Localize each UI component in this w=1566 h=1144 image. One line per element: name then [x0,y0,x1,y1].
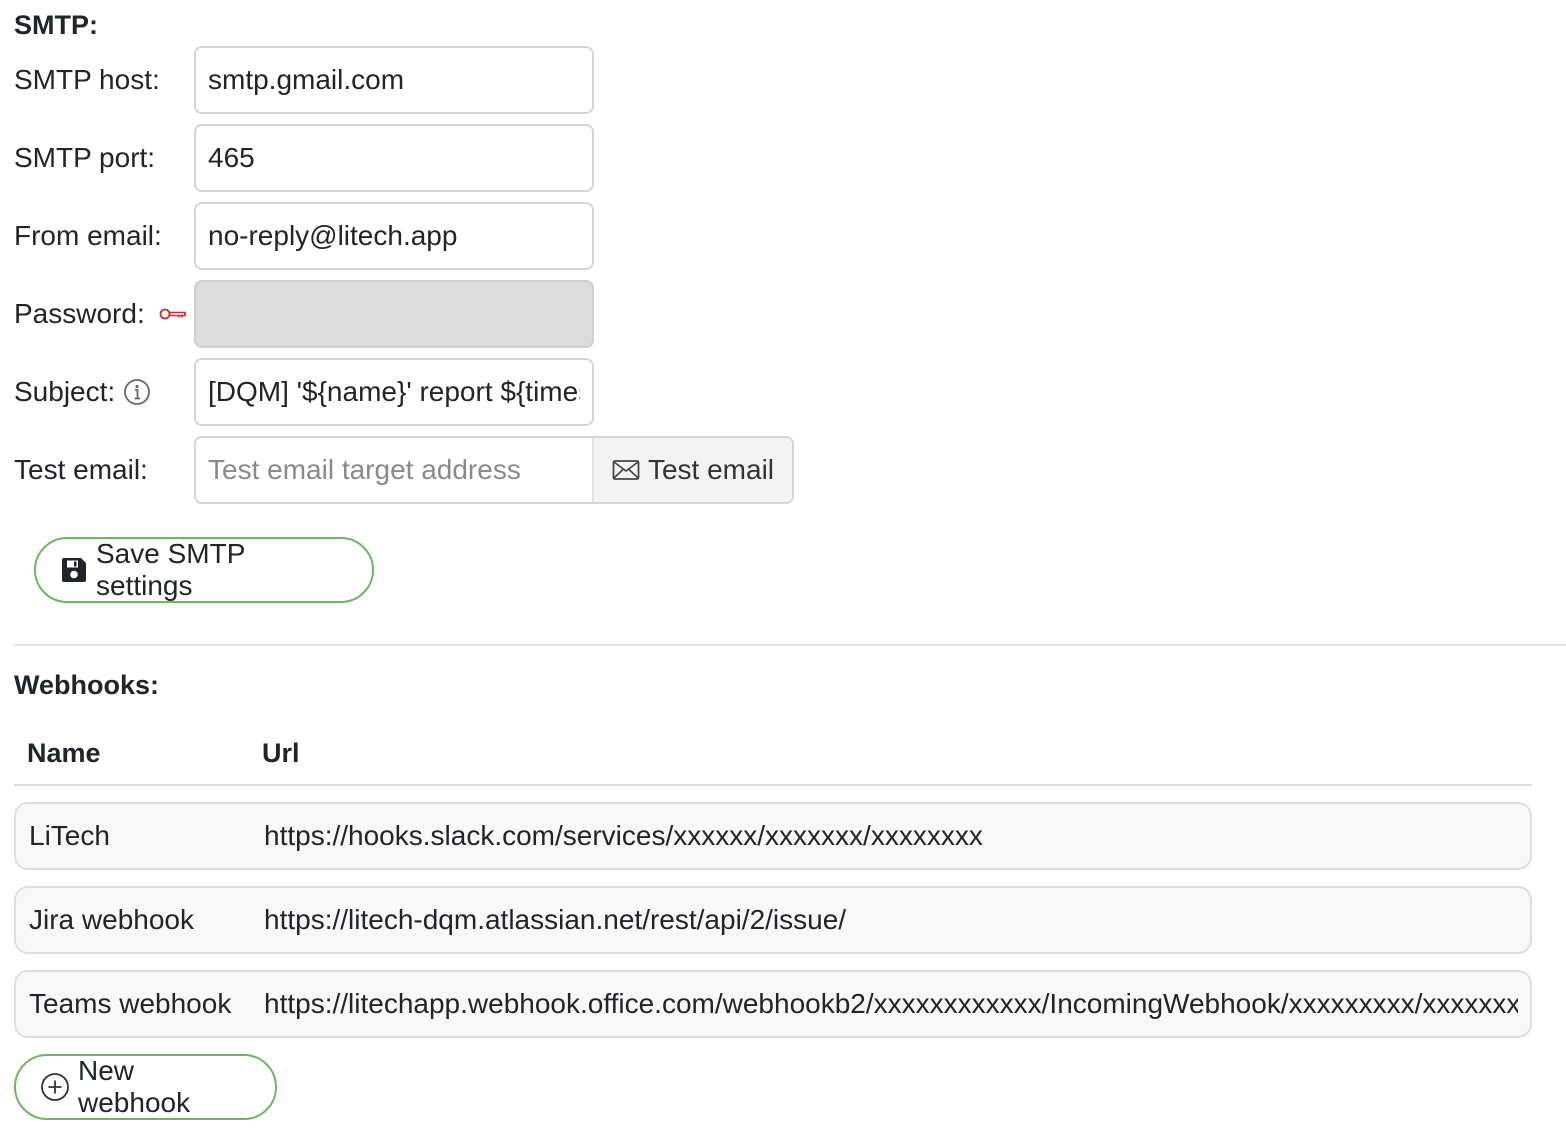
subject-label-text: Subject: [14,376,116,407]
password-label-text: Password: [14,298,145,329]
smtp-host-label: SMTP host: [14,47,160,113]
envelope-icon [612,459,640,481]
smtp-host-label-text: SMTP host: [14,64,160,95]
test-email-label: Test email: [14,437,148,503]
webhooks-section-title: Webhooks: [14,670,160,700]
from-email-label-text: From email: [14,220,162,251]
test-email-input[interactable] [196,438,592,502]
webhook-name: Jira webhook [29,904,194,935]
section-divider [14,644,1566,646]
plus-circle-icon [40,1072,70,1102]
subject-input[interactable] [194,358,594,426]
smtp-section-title: SMTP: [14,10,98,40]
column-header-url: Url [262,738,300,768]
column-header-name: Name [27,738,101,768]
info-icon[interactable] [123,378,151,406]
smtp-port-label: SMTP port: [14,125,155,191]
smtp-host-input[interactable] [194,46,594,114]
floppy-disk-icon [60,556,88,584]
subject-label: Subject: [14,359,151,425]
webhook-url: https://hooks.slack.com/services/xxxxxx/… [264,820,983,851]
webhook-url: https://litech-dqm.atlassian.net/rest/ap… [264,904,847,935]
smtp-port-label-text: SMTP port: [14,142,156,173]
new-webhook-button[interactable]: New webhook [14,1054,277,1120]
webhook-row[interactable]: Jira webhook https://litech-dqm.atlassia… [14,886,1532,954]
save-smtp-button[interactable]: Save SMTP settings [34,537,374,603]
test-email-label-text: Test email: [14,454,148,485]
password-label: Password: [14,281,187,347]
from-email-input[interactable] [194,202,594,270]
test-email-input-group: Test email [194,436,794,504]
new-webhook-button-label: New webhook [78,1055,191,1118]
webhook-name: LiTech [29,820,110,851]
save-smtp-button-label: Save SMTP settings [96,538,245,601]
key-icon [159,305,187,323]
webhook-name: Teams webhook [29,988,232,1019]
test-email-button-label: Test email [647,454,775,485]
from-email-label: From email: [14,203,162,269]
webhook-row[interactable]: LiTech https://hooks.slack.com/services/… [14,802,1532,870]
password-input[interactable] [194,280,594,348]
webhook-url: https://litechapp.webhook.office.com/web… [264,988,1518,1019]
smtp-port-input[interactable] [194,124,594,192]
webhook-row[interactable]: Teams webhook https://litechapp.webhook.… [14,970,1532,1038]
webhooks-table-header: Name Url [14,724,1532,786]
test-email-button[interactable]: Test email [592,438,792,502]
